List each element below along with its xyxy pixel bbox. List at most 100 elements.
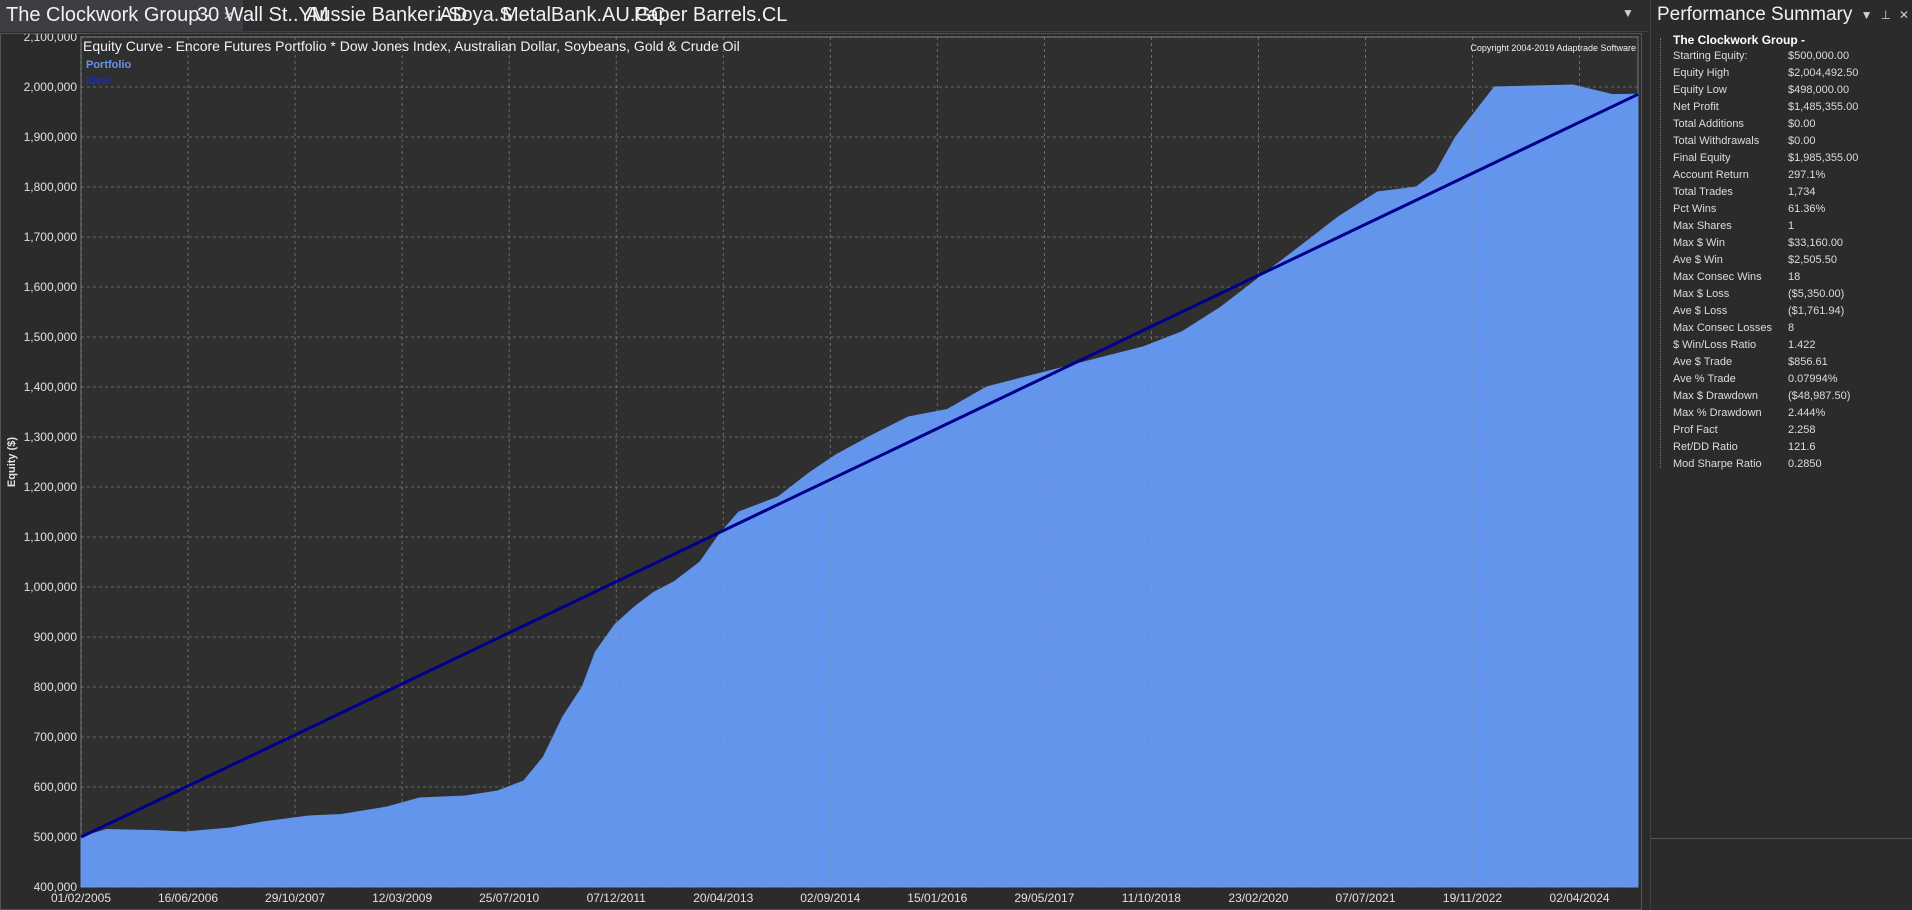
perf-label: Equity High (1673, 67, 1730, 79)
perf-label: Total Additions (1673, 118, 1744, 130)
perf-value: ($1,761.94) (1788, 305, 1845, 317)
perf-row: Max $ Loss ($5,350.00) (1673, 288, 1903, 305)
perf-label: Prof Fact (1673, 424, 1718, 436)
x-tick-label: 12/03/2009 (372, 891, 432, 905)
perf-label: Net Profit (1673, 101, 1719, 113)
x-tick-label: 02/04/2024 (1550, 891, 1610, 905)
perf-row: Ret/DD Ratio 121.6 (1673, 441, 1903, 458)
perf-value: $2,505.50 (1788, 254, 1837, 266)
y-tick-label: 1,000,000 (24, 580, 78, 594)
perf-label: Pct Wins (1673, 203, 1717, 215)
performance-summary-panel: Performance Summary ▼ ⊥ ✕ The Clockwork Gr… (1650, 0, 1912, 910)
chevron-down-icon[interactable]: ▼ (1861, 8, 1873, 22)
close-icon[interactable]: ✕ (1899, 8, 1909, 22)
perf-row: Max Consec Losses 8 (1673, 322, 1903, 339)
perf-row: Total Withdrawals $0.00 (1673, 135, 1903, 152)
chevron-down-icon[interactable]: ▼ (1622, 6, 1634, 20)
perf-value: ($48,987.50) (1788, 390, 1851, 402)
perf-value: 297.1% (1788, 169, 1826, 181)
y-tick-label: 1,300,000 (24, 430, 78, 444)
tab-label: The Clockwork Group - (6, 4, 212, 26)
x-tick-label: 29/05/2017 (1014, 891, 1074, 905)
perf-value: 1.422 (1788, 339, 1816, 351)
perf-label: Final Equity (1673, 152, 1731, 164)
y-tick-label: 600,000 (34, 780, 78, 794)
perf-value: 8 (1788, 322, 1795, 334)
perf-row: Max Consec Wins 18 (1673, 271, 1903, 288)
perf-label: Max Shares (1673, 220, 1732, 232)
perf-row: Total Trades 1,734 (1673, 186, 1903, 203)
perf-value: $0.00 (1788, 135, 1816, 147)
perf-label: Mod Sharpe Ratio (1673, 458, 1762, 470)
perf-row: Prof Fact 2.258 (1673, 424, 1903, 441)
perf-row: Mod Sharpe Ratio 0.2850 (1673, 458, 1903, 475)
x-tick-label: 25/07/2010 (479, 891, 539, 905)
perf-row: Equity High $2,004,492.50 (1673, 67, 1903, 84)
chart-title: Equity Curve - Encore Futures Portfolio … (83, 38, 740, 54)
document-tab-strip: The Clockwork Group - × 30 Wall St..YM Au… (0, 0, 1648, 32)
y-tick-label: 1,900,000 (24, 130, 78, 144)
perf-label: Max Consec Losses (1673, 322, 1773, 334)
y-tick-label: 1,800,000 (24, 180, 78, 194)
perf-label: Ave $ Win (1673, 254, 1723, 266)
y-tick-label: 1,500,000 (24, 330, 78, 344)
perf-label: Equity Low (1673, 84, 1727, 96)
perf-value: ($5,350.00) (1788, 288, 1845, 300)
x-tick-label: 07/07/2021 (1335, 891, 1395, 905)
perf-label: Max $ Win (1673, 237, 1725, 249)
x-tick-label: 01/02/2005 (51, 891, 111, 905)
y-tick-label: 1,400,000 (24, 380, 78, 394)
perf-label: Ave % Trade (1673, 373, 1736, 385)
perf-row: $ Win/Loss Ratio 1.422 (1673, 339, 1903, 356)
x-tick-label: 15/01/2016 (907, 891, 967, 905)
copyright-text: Copyright 2004-2019 Adaptrade Software (1470, 43, 1636, 53)
perf-value: $856.61 (1788, 356, 1828, 368)
x-tick-label: 07/12/2011 (587, 891, 646, 905)
perf-row: Max % Drawdown 2.444% (1673, 407, 1903, 424)
perf-value: 2.444% (1788, 407, 1826, 419)
perf-label: Starting Equity: (1673, 50, 1748, 62)
y-tick-label: 900,000 (34, 630, 78, 644)
perf-row: Max Shares 1 (1673, 220, 1903, 237)
tab-label: Paper Barrels.CL (634, 4, 788, 26)
y-tick-label: 1,600,000 (24, 280, 78, 294)
y-axis-label: Equity ($) (6, 437, 18, 487)
perf-label: $ Win/Loss Ratio (1673, 339, 1757, 351)
perf-row: Equity Low $498,000.00 (1673, 84, 1903, 101)
perf-row: Account Return 297.1% (1673, 169, 1903, 186)
performance-list: Starting Equity: $500,000.00 Equity High $2… (1673, 50, 1903, 475)
y-tick-label: 700,000 (34, 730, 78, 744)
perf-row: Pct Wins 61.36% (1673, 203, 1903, 220)
perf-label: Ave $ Loss (1673, 305, 1728, 317)
perf-value: 1,734 (1788, 186, 1816, 198)
equity-curve-chart: 400,000500,000600,000700,000800,000900,0… (6, 34, 1639, 905)
perf-label: Total Trades (1673, 186, 1733, 198)
perf-label: Max Consec Wins (1673, 271, 1762, 283)
x-tick-label: 11/10/2018 (1122, 891, 1181, 905)
perf-row: Ave $ Trade $856.61 (1673, 356, 1903, 373)
equity-curve-panel: 400,000 500,000 600,000 700,000 800,000 900,0… (0, 33, 1642, 910)
perf-value: 0.2850 (1788, 458, 1822, 470)
perf-label: Ret/DD Ratio (1673, 441, 1738, 453)
panel-title: Performance Summary (1657, 4, 1853, 25)
y-tick-label: 1,100,000 (24, 530, 78, 544)
perf-value: 18 (1788, 271, 1801, 283)
x-tick-label: 16/06/2006 (158, 891, 218, 905)
y-tick-label: 1,200,000 (24, 480, 78, 494)
tab-paper-barrels[interactable]: Paper Barrels.CL (634, 0, 787, 31)
perf-row: Max $ Win $33,160.00 (1673, 237, 1903, 254)
perf-value: $1,985,355.00 (1788, 152, 1859, 164)
pin-icon[interactable]: ⊥ (1880, 8, 1890, 22)
perf-label: Ave $ Trade (1673, 356, 1733, 368)
x-tick-label: 20/04/2013 (693, 891, 753, 905)
y-tick-label: 800,000 (34, 680, 78, 694)
perf-row: Ave $ Win $2,505.50 (1673, 254, 1903, 271)
perf-value: $1,485,355.00 (1788, 101, 1859, 113)
divider (1651, 838, 1912, 839)
perf-value: 0.07994% (1788, 373, 1838, 385)
perf-row: Final Equity $1,985,355.00 (1673, 152, 1903, 169)
group-name[interactable]: The Clockwork Group - (1673, 33, 1805, 47)
perf-label: Max % Drawdown (1673, 407, 1762, 419)
x-tick-label: 23/02/2020 (1228, 891, 1288, 905)
perf-row: Net Profit $1,485,355.00 (1673, 101, 1903, 118)
